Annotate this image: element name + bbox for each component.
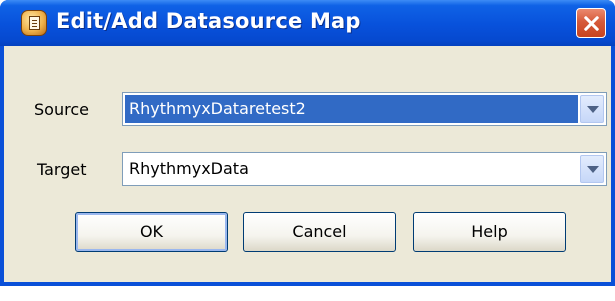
- window-title: Edit/Add Datasource Map: [56, 9, 361, 33]
- cancel-button[interactable]: Cancel: [243, 212, 396, 252]
- ok-button[interactable]: OK: [75, 212, 228, 252]
- chevron-down-icon[interactable]: [580, 155, 604, 183]
- source-dropdown[interactable]: RhythmyxDataretest2: [122, 92, 607, 126]
- source-value[interactable]: RhythmyxDataretest2: [125, 95, 578, 123]
- help-button[interactable]: Help: [413, 212, 566, 252]
- title-bar[interactable]: Edit/Add Datasource Map: [0, 0, 615, 46]
- source-label: Source: [34, 100, 89, 119]
- datasource-map-icon: [21, 10, 47, 36]
- dialog-window: Edit/Add Datasource Map Source RhythmyxD…: [0, 0, 615, 286]
- chevron-down-icon[interactable]: [580, 95, 604, 123]
- close-icon[interactable]: [576, 8, 606, 38]
- dialog-body: Source RhythmyxDataretest2 Target Rhythm…: [4, 46, 611, 282]
- target-value[interactable]: RhythmyxData: [125, 155, 578, 183]
- target-label: Target: [37, 160, 87, 179]
- target-dropdown[interactable]: RhythmyxData: [122, 152, 607, 186]
